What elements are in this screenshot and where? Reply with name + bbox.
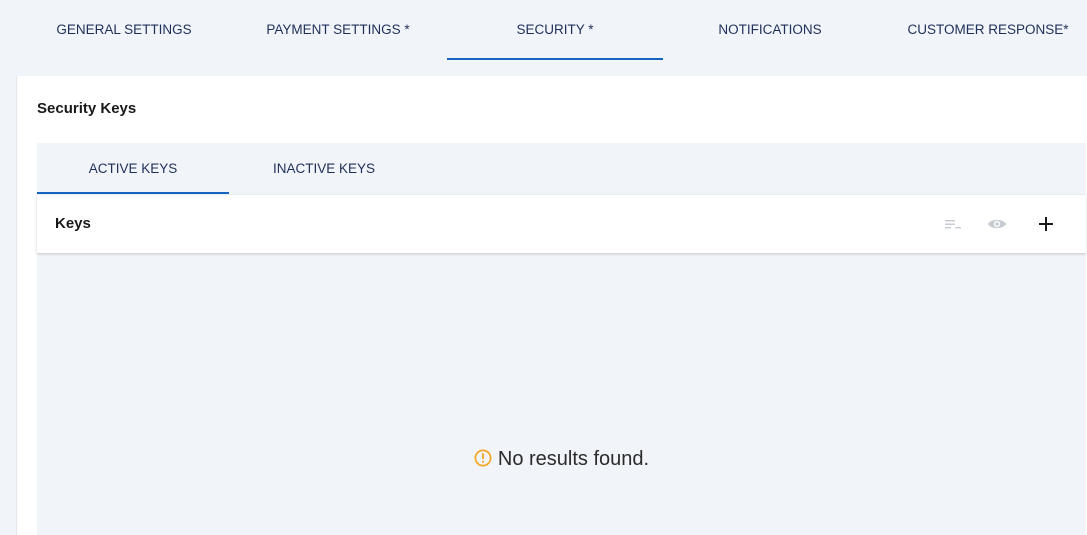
tab-general-settings[interactable]: GENERAL SETTINGS — [44, 0, 204, 58]
plus-icon[interactable] — [1036, 214, 1056, 234]
security-keys-container: ACTIVE KEYS INACTIVE KEYS Keys No result… — [37, 143, 1086, 535]
tab-inactive-keys[interactable]: INACTIVE KEYS — [229, 143, 419, 192]
tab-payment-settings[interactable]: PAYMENT SETTINGS * — [248, 0, 428, 58]
eye-icon[interactable] — [987, 214, 1007, 234]
tab-security[interactable]: SECURITY * — [447, 0, 663, 60]
tab-active-keys[interactable]: ACTIVE KEYS — [37, 143, 229, 194]
keys-toolbar: Keys — [37, 195, 1086, 253]
security-panel: Security Keys ACTIVE KEYS INACTIVE KEYS … — [16, 76, 1087, 535]
keys-title: Keys — [55, 215, 91, 232]
warning-icon — [474, 449, 492, 473]
empty-message: No results found. — [497, 448, 650, 470]
page-title: Security Keys — [37, 100, 137, 117]
tab-notifications[interactable]: NOTIFICATIONS — [700, 0, 840, 58]
settings-tab-bar: GENERAL SETTINGS PAYMENT SETTINGS * SECU… — [0, 0, 1087, 70]
empty-state: No results found. — [37, 448, 1086, 473]
filter-list-icon[interactable] — [943, 214, 963, 234]
tab-customer-response[interactable]: CUSTOMER RESPONSE* — [893, 0, 1083, 58]
